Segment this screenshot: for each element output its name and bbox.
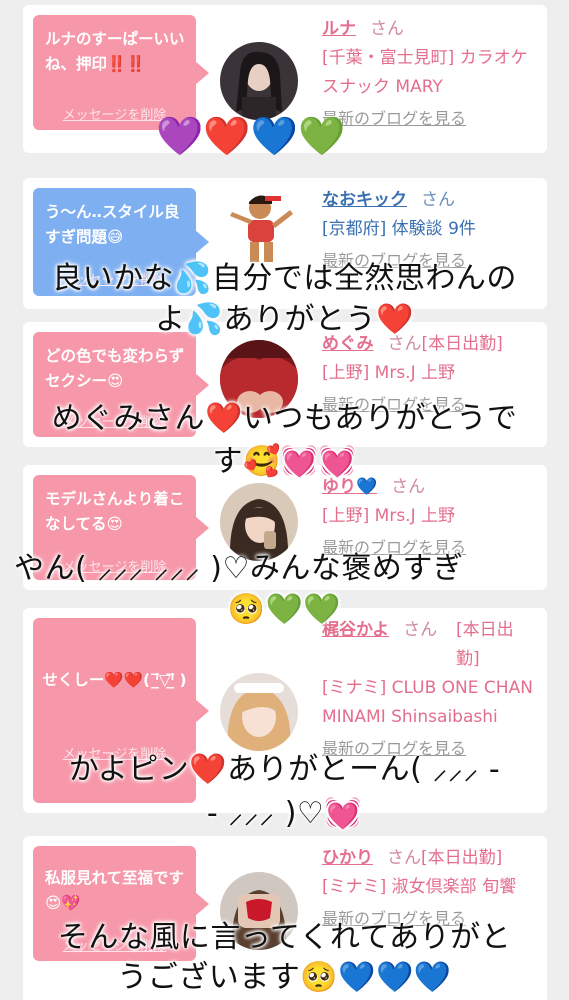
caption-line: - ⸝⸝⸝ )♡💓	[206, 796, 363, 831]
honorific: さん	[387, 848, 421, 868]
message-bubble: ルナのすーぱーいいね、押印‼️‼️ メッセージを削除	[33, 15, 209, 130]
avatar[interactable]	[220, 42, 298, 120]
honorific: さん	[370, 19, 404, 39]
avatar[interactable]	[220, 188, 298, 266]
message-text: ルナのすーぱーいいね、押印‼️‼️	[45, 30, 185, 73]
user-info: ルナ さん [千葉・富士見町] カラオケスナック MARY 最新のブログを見る	[322, 15, 537, 134]
shop-detail: [上野] Mrs.J 上野	[322, 363, 456, 383]
message-text: モデルさんより着こなしてる😍	[45, 490, 185, 533]
user-name-link[interactable]: ひかり	[322, 848, 373, 868]
caption-line: 🥺💚💚	[227, 592, 342, 627]
message-text: 私服見れて至福です😍💖	[45, 869, 185, 912]
caption-line: めぐみさん❤️いつもありがとうで	[51, 401, 518, 436]
shop-detail: [ミナミ] 淑女倶楽部 旬饗	[322, 877, 517, 897]
user-name-link[interactable]: ルナ	[322, 19, 356, 39]
shop-detail: [千葉・富士見町] カラオケスナック MARY	[322, 48, 528, 97]
message-text: どの色でも変わらずセクシー😍	[45, 347, 185, 390]
shop-detail: [ミナミ] CLUB ONE CHAN MINAMI Shinsaibashi	[322, 678, 533, 727]
message-text: せくしー❤️❤️( ˡ̲̅▽ˡ̲̅ )	[42, 671, 187, 689]
message-text: う〜ん‥スタイル良すぎ問題😅	[45, 203, 180, 246]
user-info: 梶谷かよ さん [本日出勤] [ミナミ] CLUB ONE CHAN MINAMI…	[322, 616, 537, 764]
heart-emoji-row: 💜❤️💙💚	[156, 114, 346, 158]
shop-detail: [上野] Mrs.J 上野	[322, 506, 456, 526]
work-status: [本日出勤]	[421, 848, 503, 868]
caption-line: やん( ⸝⸝⸝ ⸝⸝⸝ )♡みんな褒めすぎ	[14, 551, 464, 586]
caption-line: そんな風に言ってくれてありがと	[57, 920, 512, 955]
caption-line: す🥰💓💓	[212, 444, 357, 479]
caption-line: かよピン❤️ありがとーん( ⸝⸝⸝ -	[68, 752, 501, 787]
shop-detail: [京都府] 体験談 9件	[322, 219, 476, 239]
user-name-link[interactable]: なおキック	[322, 190, 407, 210]
caption-line: よ💦ありがとう❤️	[155, 302, 414, 337]
avatar[interactable]	[220, 673, 298, 751]
honorific: さん	[421, 190, 455, 210]
caption-line: 良いかな💦自分では全然思わんの	[52, 261, 517, 296]
caption-line: うございます🥺💙💙💙	[117, 960, 452, 995]
